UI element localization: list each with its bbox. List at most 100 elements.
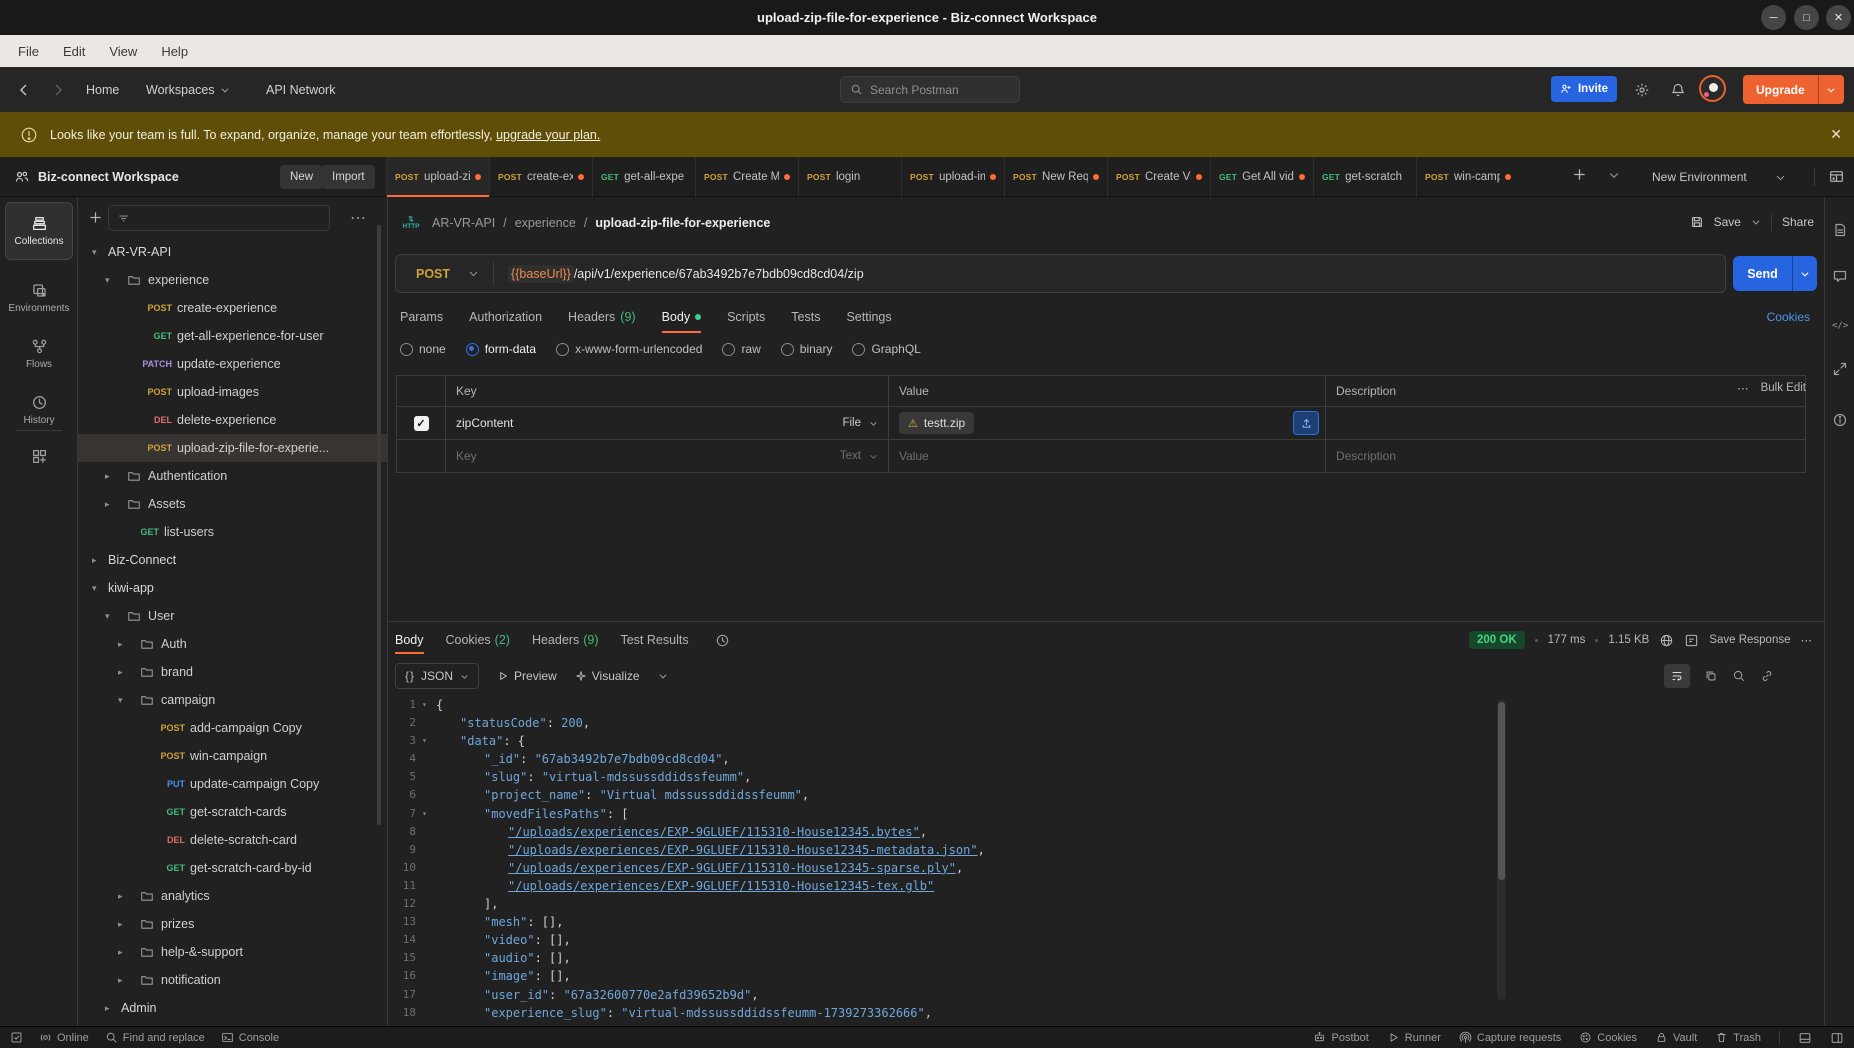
tree-collection-admin[interactable]: ▸Admin (78, 994, 387, 1022)
tab-params[interactable]: Params (400, 300, 443, 333)
method-chevron-icon[interactable] (468, 268, 479, 279)
tree-request-create-experience[interactable]: POSTcreate-experience (78, 294, 387, 322)
cookies-link[interactable]: Cookies (1767, 300, 1810, 333)
open-tab-win-camp[interactable]: POSTwin-camp (1416, 157, 1519, 197)
description-cell[interactable] (1326, 407, 1805, 439)
chevron-closed-icon[interactable]: ▸ (118, 975, 128, 986)
row-checkbox[interactable]: ✓ (414, 416, 429, 431)
banner-close-icon[interactable]: ✕ (1830, 126, 1842, 143)
maximize-button[interactable]: □ (1794, 5, 1819, 30)
toggle-right-panel-icon[interactable] (1830, 1031, 1844, 1045)
nav-back-icon[interactable] (16, 67, 32, 112)
tree-folder-prizes[interactable]: ▸prizes (78, 910, 387, 938)
close-button[interactable]: ✕ (1826, 5, 1851, 30)
notifications-bell-icon[interactable] (1670, 67, 1686, 112)
tree-folder-user[interactable]: ▾User (78, 602, 387, 630)
status-postbot[interactable]: Postbot (1313, 1031, 1368, 1044)
tree-collection-kiwi-app[interactable]: ▾kiwi-app (78, 574, 387, 602)
tree-folder-campaign[interactable]: ▾campaign (78, 686, 387, 714)
search-response-icon[interactable] (1732, 669, 1746, 683)
open-tab-get-scratch[interactable]: GETget-scratch (1313, 157, 1416, 197)
menu-view[interactable]: View (97, 44, 149, 59)
fold-caret-icon[interactable]: ▾ (422, 805, 427, 823)
tree-folder-auth[interactable]: ▸Auth (78, 630, 387, 658)
response-more-icon[interactable]: ⋯ (1801, 633, 1813, 647)
chevron-closed-icon[interactable]: ▸ (105, 1003, 115, 1014)
tree-folder-help-support[interactable]: ▸help-&-support (78, 938, 387, 966)
open-tab-create-ex[interactable]: POSTcreate-ex (489, 157, 592, 197)
tree-request-win-campaign[interactable]: POSTwin-campaign (78, 742, 387, 770)
menu-help[interactable]: Help (149, 44, 200, 59)
body-mode-binary[interactable]: binary (781, 342, 833, 356)
workspace-name[interactable]: Biz-connect Workspace (14, 157, 179, 197)
open-tab-create-me[interactable]: POSTCreate Me (695, 157, 798, 197)
import-button[interactable]: Import (322, 165, 375, 189)
nav-forward-icon[interactable] (50, 67, 66, 112)
response-tab-body[interactable]: Body (395, 626, 424, 654)
open-tab-get-all-expe[interactable]: GETget-all-expe (592, 157, 695, 197)
body-mode-x-www-form-urlencoded[interactable]: x-www-form-urlencoded (556, 342, 702, 356)
search-input[interactable]: Search Postman (840, 76, 1020, 103)
rail-item-history[interactable]: History (0, 394, 78, 426)
wrap-text-icon[interactable] (1664, 664, 1690, 688)
sidebar-scrollbar[interactable] (377, 225, 381, 825)
tree-folder-notification[interactable]: ▸notification (78, 966, 387, 994)
file-path-link[interactable]: "/uploads/experiences/EXP-9GLUEF/115310-… (508, 879, 934, 893)
settings-gear-icon[interactable] (1634, 67, 1650, 112)
nav-home[interactable]: Home (86, 67, 119, 112)
open-tab-login[interactable]: POSTlogin (798, 157, 901, 197)
type-selector[interactable]: Text (840, 450, 878, 462)
open-tab-create-vi[interactable]: POSTCreate Vi (1107, 157, 1210, 197)
open-tab-get-all-vide[interactable]: GETGet All vide (1210, 157, 1313, 197)
info-icon[interactable] (1832, 412, 1848, 428)
chevron-closed-icon[interactable]: ▸ (92, 555, 102, 566)
file-chip[interactable]: ⚠ testt.zip (899, 412, 974, 434)
code-snippet-icon[interactable]: </> (1832, 315, 1848, 333)
globe-icon[interactable] (1659, 633, 1674, 648)
key-placeholder[interactable]: Key (456, 449, 477, 463)
rail-item-create[interactable] (0, 448, 78, 465)
status-trash[interactable]: Trash (1715, 1031, 1761, 1044)
body-mode-none[interactable]: none (400, 342, 446, 356)
tree-request-list-users[interactable]: GETlist-users (78, 518, 387, 546)
tree-request-delete-scratch-card[interactable]: DELdelete-scratch-card (78, 826, 387, 854)
breadcrumb-collection[interactable]: AR-VR-API (432, 216, 495, 230)
chevron-closed-icon[interactable]: ▸ (105, 499, 115, 510)
format-selector[interactable]: { } JSON (395, 663, 479, 689)
upgrade-button[interactable]: Upgrade (1743, 75, 1844, 104)
add-collection-plus-icon[interactable] (88, 210, 103, 225)
nav-api-network[interactable]: API Network (266, 67, 335, 112)
tab-body[interactable]: Body (662, 300, 702, 333)
chevron-closed-icon[interactable]: ▸ (105, 471, 115, 482)
tree-request-upload-zip-file-for-experie-[interactable]: POSTupload-zip-file-for-experie... (78, 434, 387, 462)
open-tab-upload-zi[interactable]: POSTupload-zi (386, 157, 489, 197)
url-base-variable[interactable]: {{baseUrl}} (508, 265, 574, 283)
more-options-icon[interactable]: ⋯ (1737, 381, 1749, 395)
invite-button[interactable]: Invite (1551, 76, 1617, 102)
tree-collection-ar-vr-api[interactable]: ▾AR-VR-API (78, 238, 387, 266)
menu-file[interactable]: File (6, 44, 51, 59)
save-response-button[interactable]: Save Response (1709, 634, 1790, 646)
response-tab-cookies[interactable]: Cookies(2) (446, 626, 510, 654)
menu-edit[interactable]: Edit (51, 44, 97, 59)
tree-request-add-campaign-copy[interactable]: POSTadd-campaign Copy (78, 714, 387, 742)
tab-tests[interactable]: Tests (791, 300, 820, 333)
upgrade-plan-link[interactable]: upgrade your plan. (496, 128, 600, 142)
chevron-closed-icon[interactable]: ▸ (118, 947, 128, 958)
status-online[interactable]: Online (39, 1031, 89, 1044)
related-requests-icon[interactable] (1832, 361, 1848, 377)
environment-selector[interactable]: New Environment (1652, 157, 1815, 197)
toggle-bottom-panel-icon[interactable] (1798, 1031, 1812, 1045)
comments-icon[interactable] (1832, 268, 1848, 284)
preview-button[interactable]: Preview (497, 669, 557, 683)
send-button[interactable]: Send (1733, 256, 1817, 291)
documentation-icon[interactable] (1832, 222, 1848, 238)
tree-request-get-all-experience-for-user[interactable]: GETget-all-experience-for-user (78, 322, 387, 350)
body-mode-form-data[interactable]: form-data (466, 342, 536, 356)
tree-request-update-experience[interactable]: PATCHupdate-experience (78, 350, 387, 378)
sidebar-filter-input[interactable] (108, 205, 330, 231)
chevron-open-icon[interactable]: ▾ (118, 695, 128, 706)
tree-folder-assets[interactable]: ▸Assets (78, 490, 387, 518)
body-mode-GraphQL[interactable]: GraphQL (852, 342, 920, 356)
sidebar-more-icon[interactable]: ⋯ (350, 208, 367, 228)
